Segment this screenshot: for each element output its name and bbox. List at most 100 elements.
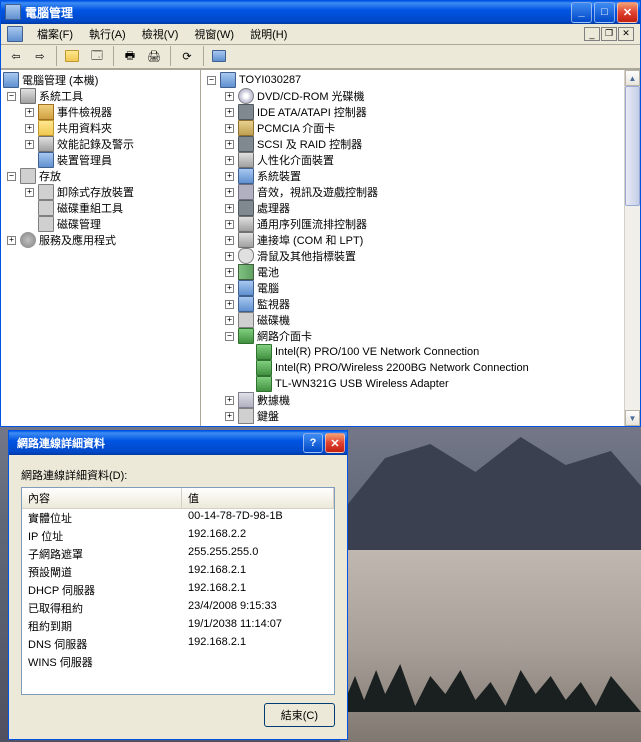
detail-row[interactable]: 子網路遮罩255.255.255.0 [22, 545, 334, 563]
tree-storage[interactable]: −存放 [3, 168, 198, 184]
expand-icon[interactable]: + [225, 220, 234, 229]
device-tree-item[interactable]: +系統裝置 [203, 168, 638, 184]
export-button[interactable]: 🖨 [143, 45, 165, 67]
forward-button[interactable]: ⇨ [29, 45, 51, 67]
device-tree-item[interactable]: +通用序列匯流排控制器 [203, 216, 638, 232]
device-tree-item[interactable]: +PCMCIA 介面卡 [203, 120, 638, 136]
expand-icon[interactable]: + [225, 412, 234, 421]
collapse-icon[interactable]: − [7, 172, 16, 181]
expand-icon[interactable]: + [225, 172, 234, 181]
scroll-thumb[interactable] [625, 86, 640, 206]
tree-disk-management[interactable]: 磁碟管理 [3, 216, 198, 232]
detail-row[interactable]: WINS 伺服器 [22, 653, 334, 671]
mdi-restore-button[interactable]: ❐ [601, 27, 617, 41]
back-button[interactable]: ⇦ [5, 45, 27, 67]
device-tree-item[interactable]: +連接埠 (COM 和 LPT) [203, 232, 638, 248]
collapse-icon[interactable]: − [7, 92, 16, 101]
mdi-minimize-button[interactable]: _ [584, 27, 600, 41]
device-tree-item[interactable]: +滑鼠及其他指標裝置 [203, 248, 638, 264]
expand-icon[interactable]: + [25, 124, 34, 133]
tree-defrag[interactable]: 磁碟重組工具 [3, 200, 198, 216]
device-tree-item[interactable]: +IDE ATA/ATAPI 控制器 [203, 104, 638, 120]
properties-button[interactable]: 🗔 [86, 45, 108, 67]
detail-row[interactable]: DNS 伺服器192.168.2.1 [22, 635, 334, 653]
tree-event-viewer[interactable]: +事件檢視器 [3, 104, 198, 120]
menu-view[interactable]: 檢視(V) [134, 24, 187, 44]
device-tree-item[interactable]: TL-WN321G USB Wireless Adapter [203, 376, 638, 392]
tree-system-tools[interactable]: −系統工具 [3, 88, 198, 104]
print-button[interactable]: 🖶 [119, 45, 141, 67]
expand-icon[interactable]: + [225, 316, 234, 325]
tree-removable-storage[interactable]: +卸除式存放裝置 [3, 184, 198, 200]
detail-row[interactable]: IP 位址192.168.2.2 [22, 527, 334, 545]
device-tree-item[interactable]: +監視器 [203, 296, 638, 312]
device-tree-item[interactable]: +處理器 [203, 200, 638, 216]
scroll-down-button[interactable]: ▼ [625, 410, 640, 426]
menu-window[interactable]: 視窗(W) [186, 24, 242, 44]
close-dialog-button[interactable]: 結束(C) [264, 703, 335, 727]
device-tree-item[interactable]: +數據機 [203, 392, 638, 408]
expand-icon[interactable]: + [225, 92, 234, 101]
vertical-scrollbar[interactable]: ▲ ▼ [624, 70, 640, 426]
expand-icon[interactable]: + [25, 108, 34, 117]
refresh-button[interactable]: ⟳ [176, 45, 198, 67]
tree-device-manager[interactable]: 裝置管理員 [3, 152, 198, 168]
titlebar[interactable]: 電腦管理 _ □ ✕ [1, 1, 640, 24]
collapse-icon[interactable]: − [207, 76, 216, 85]
expand-icon[interactable]: + [225, 268, 234, 277]
device-tree-item[interactable]: Intel(R) PRO/100 VE Network Connection [203, 344, 638, 360]
expand-icon[interactable]: + [225, 124, 234, 133]
menu-help[interactable]: 說明(H) [242, 24, 295, 44]
scroll-up-button[interactable]: ▲ [625, 70, 640, 86]
help-button[interactable]: ? [303, 433, 323, 453]
expand-icon[interactable]: + [225, 396, 234, 405]
right-tree-pane[interactable]: −TOYI030287+DVD/CD-ROM 光碟機+IDE ATA/ATAPI… [201, 70, 640, 426]
dialog-titlebar[interactable]: 網路連線詳細資料 ? ✕ [9, 431, 347, 455]
maximize-button[interactable]: □ [594, 2, 615, 23]
scan-hardware-button[interactable] [209, 45, 231, 67]
expand-icon[interactable]: + [225, 284, 234, 293]
mdi-close-button[interactable]: ✕ [618, 27, 634, 41]
device-tree-item[interactable]: Intel(R) PRO/Wireless 2200BG Network Con… [203, 360, 638, 376]
expand-icon[interactable]: + [225, 236, 234, 245]
device-tree-item[interactable]: +鍵盤 [203, 408, 638, 424]
expand-icon[interactable]: + [225, 300, 234, 309]
expand-icon[interactable]: + [225, 252, 234, 261]
expand-icon[interactable]: + [225, 140, 234, 149]
collapse-icon[interactable]: − [225, 332, 234, 341]
menu-file[interactable]: 檔案(F) [29, 24, 81, 44]
device-tree-item[interactable]: −TOYI030287 [203, 72, 638, 88]
detail-row[interactable]: 預設閘道192.168.2.1 [22, 563, 334, 581]
expand-icon[interactable]: + [225, 156, 234, 165]
expand-icon[interactable]: + [225, 204, 234, 213]
detail-row[interactable]: 租約到期19/1/2038 11:14:07 [22, 617, 334, 635]
expand-icon[interactable]: + [25, 188, 34, 197]
tree-shared-folders[interactable]: +共用資料夾 [3, 120, 198, 136]
details-listview[interactable]: 內容 值 實體位址00-14-78-7D-98-1BIP 位址192.168.2… [21, 487, 335, 695]
minimize-button[interactable]: _ [571, 2, 592, 23]
menu-action[interactable]: 執行(A) [81, 24, 134, 44]
detail-row[interactable]: 實體位址00-14-78-7D-98-1B [22, 509, 334, 527]
device-tree-item[interactable]: −網路介面卡 [203, 328, 638, 344]
column-header-property[interactable]: 內容 [22, 488, 182, 508]
device-tree-item[interactable]: +電腦 [203, 280, 638, 296]
expand-icon[interactable]: + [25, 140, 34, 149]
column-header-value[interactable]: 值 [182, 488, 334, 508]
tree-root-local[interactable]: 電腦管理 (本機) [3, 72, 198, 88]
dialog-close-button[interactable]: ✕ [325, 433, 345, 453]
device-tree-item[interactable]: +音效，視訊及遊戲控制器 [203, 184, 638, 200]
detail-row[interactable]: DHCP 伺服器192.168.2.1 [22, 581, 334, 599]
expand-icon[interactable]: + [225, 108, 234, 117]
device-tree-item[interactable]: +磁碟機 [203, 312, 638, 328]
tree-perf-logs[interactable]: +效能記錄及警示 [3, 136, 198, 152]
left-tree-pane[interactable]: 電腦管理 (本機) −系統工具 +事件檢視器 +共用資料夾 +效能記錄及警示 裝… [1, 70, 201, 426]
tree-services-apps[interactable]: +服務及應用程式 [3, 232, 198, 248]
detail-row[interactable]: 已取得租約23/4/2008 9:15:33 [22, 599, 334, 617]
up-button[interactable] [62, 45, 84, 67]
device-tree-item[interactable]: +DVD/CD-ROM 光碟機 [203, 88, 638, 104]
expand-icon[interactable]: + [225, 188, 234, 197]
device-tree-item[interactable]: +SCSI 及 RAID 控制器 [203, 136, 638, 152]
device-tree-item[interactable]: +電池 [203, 264, 638, 280]
close-button[interactable]: ✕ [617, 2, 638, 23]
device-tree-item[interactable]: +人性化介面裝置 [203, 152, 638, 168]
